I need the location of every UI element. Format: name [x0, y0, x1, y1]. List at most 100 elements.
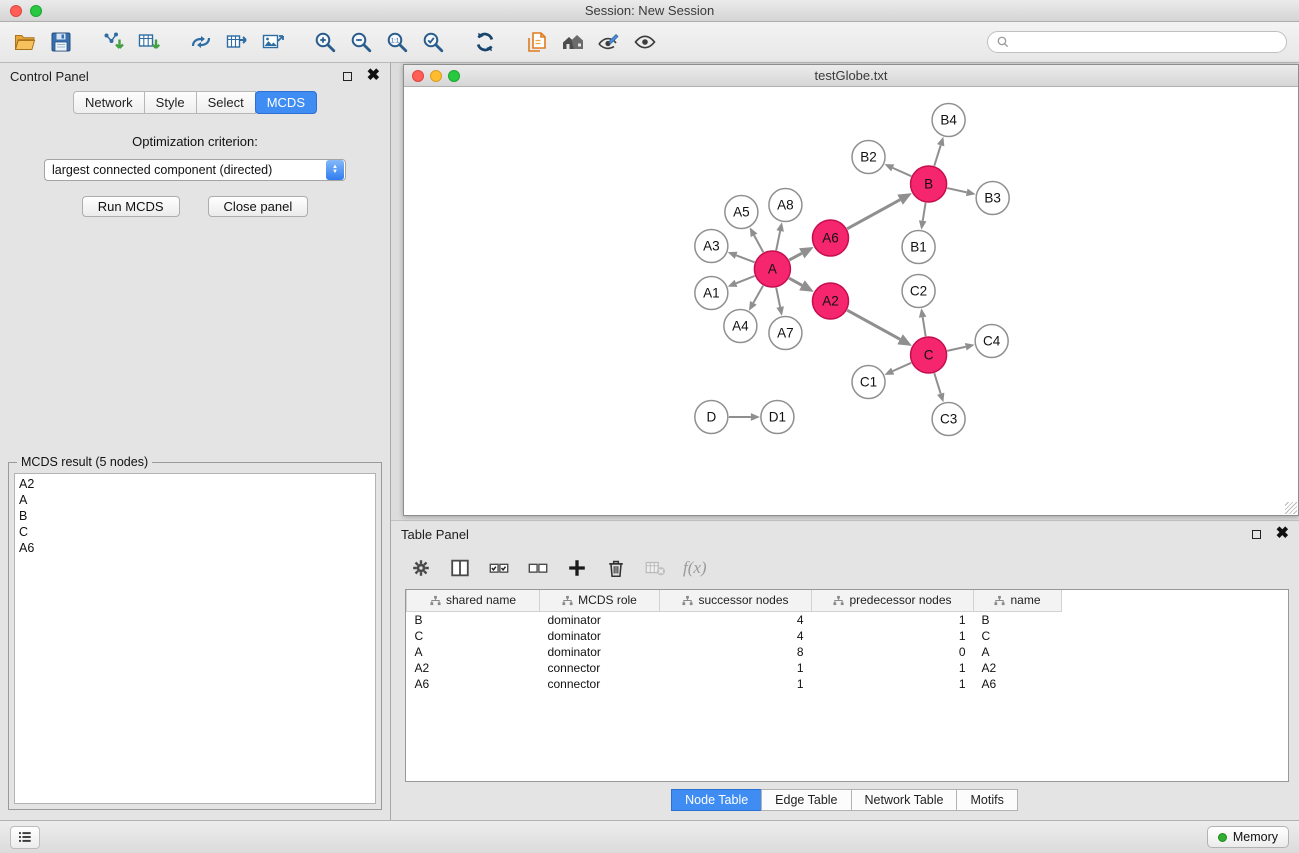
cell-predecessor-nodes[interactable]: 1	[812, 660, 974, 676]
graph-edge-A-A3[interactable]	[736, 255, 754, 262]
graph-edge-C-C4[interactable]	[947, 347, 966, 351]
gear-button[interactable]	[408, 555, 434, 581]
style-preview-button[interactable]	[594, 27, 624, 57]
graph-edge-A2-C[interactable]	[847, 310, 900, 339]
zoom-selected-button[interactable]	[418, 27, 448, 57]
network-close-button[interactable]	[412, 70, 424, 82]
search-input[interactable]	[1014, 35, 1278, 49]
cell-predecessor-nodes[interactable]: 1	[812, 676, 974, 692]
cell-mcds-role[interactable]: dominator	[540, 644, 660, 660]
criterion-dropdown[interactable]: largest connected component (directed) ▲…	[44, 159, 346, 181]
cell-successor-nodes[interactable]: 1	[660, 676, 812, 692]
column-header-mcds-role[interactable]: MCDS role	[540, 590, 660, 611]
tab-network-table[interactable]: Network Table	[851, 789, 958, 811]
column-header-successor-nodes[interactable]: successor nodes	[660, 590, 812, 611]
cell-predecessor-nodes[interactable]: 0	[812, 644, 974, 660]
column-header-shared-name[interactable]: shared name	[407, 590, 540, 611]
graph-edge-B-B2[interactable]	[893, 168, 912, 176]
table-row[interactable]: Cdominator41C	[407, 628, 1062, 644]
close-panel-button[interactable]: Close panel	[208, 196, 309, 217]
graph-edge-A-A4[interactable]	[753, 286, 763, 303]
columns-button[interactable]	[447, 555, 473, 581]
network-zoom-button[interactable]	[448, 70, 460, 82]
cell-shared-name[interactable]: A6	[407, 676, 540, 692]
close-window-button[interactable]	[10, 5, 22, 17]
mcds-result-item[interactable]: A2	[19, 476, 371, 492]
close-panel-icon-button[interactable]: ✖	[367, 70, 380, 82]
zoom-in-button[interactable]	[310, 27, 340, 57]
toggle-visibility-button[interactable]	[630, 27, 660, 57]
network-window-titlebar[interactable]: testGlobe.txt	[404, 65, 1298, 87]
memory-button[interactable]: Memory	[1207, 826, 1289, 848]
network-minimize-button[interactable]	[430, 70, 442, 82]
mcds-result-item[interactable]: A6	[19, 540, 371, 556]
zoom-actual-button[interactable]: 1:1	[382, 27, 412, 57]
graph-edge-A6-B[interactable]	[847, 200, 900, 229]
table-row[interactable]: A2connector11A2	[407, 660, 1062, 676]
graph-edge-A-A7[interactable]	[776, 288, 780, 307]
network-canvas[interactable]: B4B2BB3A5A8A6B1A3AC2A1A2A4A7C4C1CC3DD1	[404, 87, 1298, 515]
add-button[interactable]	[564, 555, 590, 581]
graph-edge-A-A5[interactable]	[754, 235, 763, 252]
tab-node-table[interactable]: Node Table	[671, 789, 762, 811]
cell-successor-nodes[interactable]: 4	[660, 611, 812, 628]
deselect-all-button[interactable]	[525, 555, 551, 581]
cell-successor-nodes[interactable]: 4	[660, 628, 812, 644]
select-all-button[interactable]	[486, 555, 512, 581]
graph-edge-C-C3[interactable]	[934, 373, 940, 394]
cell-name[interactable]: C	[974, 628, 1062, 644]
network-merge-button[interactable]	[186, 27, 216, 57]
cell-shared-name[interactable]: A2	[407, 660, 540, 676]
tab-mcds[interactable]: MCDS	[255, 91, 317, 114]
graph-edge-A-A8[interactable]	[776, 231, 780, 250]
column-header-name[interactable]: name	[974, 590, 1062, 611]
cell-mcds-role[interactable]: dominator	[540, 628, 660, 644]
tab-network[interactable]: Network	[73, 91, 145, 114]
mcds-result-item[interactable]: C	[19, 524, 371, 540]
task-history-button[interactable]	[10, 826, 40, 849]
close-table-panel-button[interactable]: ✖	[1276, 528, 1289, 540]
cell-predecessor-nodes[interactable]: 1	[812, 611, 974, 628]
graph-edge-B-B3[interactable]	[947, 188, 967, 192]
resize-grip[interactable]	[1285, 502, 1297, 514]
refresh-button[interactable]	[470, 27, 500, 57]
duplicate-view-button[interactable]	[522, 27, 552, 57]
table-row[interactable]: Bdominator41B	[407, 611, 1062, 628]
cell-shared-name[interactable]: A	[407, 644, 540, 660]
mcds-result-item[interactable]: A	[19, 492, 371, 508]
mcds-result-list[interactable]: A2ABCA6	[14, 473, 376, 804]
float-table-panel-button[interactable]	[1252, 530, 1261, 539]
export-network-button[interactable]	[222, 27, 252, 57]
graph-edge-C-C1[interactable]	[893, 363, 912, 371]
trash-button[interactable]	[603, 555, 629, 581]
graph-edge-C-C2[interactable]	[923, 317, 926, 336]
cell-name[interactable]: B	[974, 611, 1062, 628]
cell-shared-name[interactable]: C	[407, 628, 540, 644]
tab-select[interactable]: Select	[196, 91, 256, 114]
run-mcds-button[interactable]: Run MCDS	[82, 196, 180, 217]
cell-shared-name[interactable]: B	[407, 611, 540, 628]
import-network-button[interactable]	[98, 27, 128, 57]
home-button[interactable]	[558, 27, 588, 57]
graph-edge-A-A1[interactable]	[736, 276, 755, 283]
cell-name[interactable]: A	[974, 644, 1062, 660]
float-panel-button[interactable]	[343, 72, 352, 81]
column-header-predecessor-nodes[interactable]: predecessor nodes	[812, 590, 974, 611]
tab-style[interactable]: Style	[144, 91, 197, 114]
cell-successor-nodes[interactable]: 1	[660, 660, 812, 676]
import-table-button[interactable]	[134, 27, 164, 57]
open-file-button[interactable]	[10, 27, 40, 57]
graph-edge-A-A6[interactable]	[789, 253, 802, 260]
save-button[interactable]	[46, 27, 76, 57]
mcds-result-item[interactable]: B	[19, 508, 371, 524]
cell-successor-nodes[interactable]: 8	[660, 644, 812, 660]
graph-edge-B-B1[interactable]	[923, 203, 926, 221]
cell-mcds-role[interactable]: connector	[540, 676, 660, 692]
tab-edge-table[interactable]: Edge Table	[761, 789, 851, 811]
cell-mcds-role[interactable]: dominator	[540, 611, 660, 628]
export-image-button[interactable]	[258, 27, 288, 57]
zoom-out-button[interactable]	[346, 27, 376, 57]
zoom-window-button[interactable]	[30, 5, 42, 17]
cell-mcds-role[interactable]: connector	[540, 660, 660, 676]
graph-edge-B-B4[interactable]	[934, 145, 940, 166]
